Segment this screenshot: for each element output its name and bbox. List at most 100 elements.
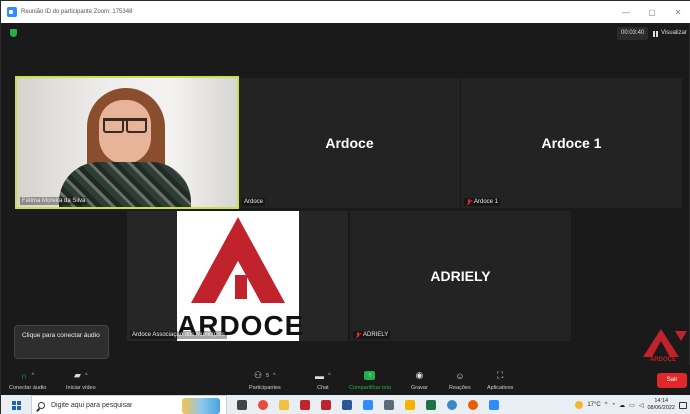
zoom-taskbar-icon[interactable] [363, 400, 373, 410]
participant-name: ADRIELY [363, 332, 389, 338]
weather-temperature[interactable]: 17°C [587, 402, 600, 408]
chevron-up-icon[interactable]: ^ [605, 402, 608, 408]
display-icon[interactable]: ▭ [629, 402, 635, 409]
ardoce-watermark: ARDOCE [637, 327, 689, 367]
participants-icon: ⚇ [254, 370, 263, 380]
video-tile-ardoce-1[interactable]: Ardoce 1 Ardoce 1 [461, 78, 682, 208]
clock-time: 14:14 [654, 398, 669, 404]
windows-logo-icon [11, 400, 21, 410]
system-tray: 17°C ^ ◔ ☁ ▭ ◁ 14:14 08/06/2022 [575, 395, 690, 414]
chevron-up-icon[interactable]: ^ [328, 373, 331, 379]
word-icon[interactable] [342, 400, 352, 410]
chat-label: Chat [317, 385, 329, 391]
chevron-up-icon[interactable]: ^ [85, 373, 88, 379]
participant-name-label: Ardoce 1 [464, 198, 501, 206]
connect-audio-label: Conectar áudio [9, 385, 47, 391]
participant-name-label: ADRIELY [353, 331, 391, 339]
participant-video [17, 78, 237, 207]
taskbar-search-box[interactable]: Digite aqui para pesquisar [31, 395, 227, 414]
record-label: Gravar [411, 385, 428, 391]
clock[interactable]: 14:14 08/06/2022 [647, 398, 675, 412]
meeting-timer: 00:03:40 [617, 27, 649, 40]
grid-icon [653, 30, 659, 37]
video-tile-fatima[interactable]: Fátima Moreira da Silva [15, 76, 239, 209]
zoom-window: Reunião ID do participante Zoom: 175348 … [0, 0, 690, 414]
headphones-icon: ∩ [21, 370, 28, 381]
apps-button[interactable]: ⛶ Aplicativos [487, 369, 513, 391]
excel-icon[interactable] [426, 400, 436, 410]
close-button[interactable]: ✕ [665, 1, 690, 23]
cloud-icon[interactable]: ☁ [619, 402, 625, 409]
start-button[interactable] [1, 395, 31, 414]
search-highlight-image [182, 398, 220, 414]
watermark-text: ARDOCE [649, 357, 676, 363]
apps-label: Aplicativos [487, 385, 514, 391]
window-title: Reunião ID do participante Zoom: 175348 [21, 9, 133, 15]
reactions-label: Reações [449, 385, 471, 391]
participants-label: Participantes [249, 385, 281, 391]
participant-name: Fátima Moreira da Silva [22, 198, 86, 204]
record-button[interactable]: ◉ Gravar [411, 369, 428, 391]
reactions-icon: ☺ [455, 370, 465, 381]
app-icon[interactable] [384, 400, 394, 410]
participant-display-name: ADRIELY [430, 268, 491, 284]
muted-mic-icon [355, 332, 361, 338]
start-video-button[interactable]: ▰ ^ Iniciar vídeo [66, 369, 96, 391]
volume-icon[interactable]: ◁ [639, 402, 644, 409]
video-off-icon: ▰ [73, 370, 81, 380]
muted-mic-icon [466, 199, 472, 205]
view-label: Visualizar [661, 30, 687, 36]
participant-name: Ardoce 1 [474, 199, 499, 205]
participant-name: Ardoce Associação dos Municípios [132, 332, 225, 338]
minimize-button[interactable]: — [613, 1, 639, 23]
ardoce-app-icon[interactable] [300, 400, 310, 410]
participants-button[interactable]: ⚇ 5 ^ Participantes [249, 369, 281, 391]
notifications-icon[interactable] [679, 401, 687, 409]
chrome-icon[interactable] [258, 400, 268, 410]
search-app-icon[interactable] [447, 400, 457, 410]
video-tile-ardoce-associacao[interactable]: ARDOCE Ardoce Associação dos Municípios [127, 211, 348, 341]
file-explorer-icon[interactable] [279, 400, 289, 410]
task-view-icon[interactable] [237, 400, 247, 410]
apps-icon: ⛶ [496, 370, 504, 380]
search-placeholder: Digite aqui para pesquisar [51, 401, 133, 409]
participants-count: 5 [266, 372, 269, 379]
participant-display-name: Ardoce [325, 135, 374, 151]
windows-taskbar: Digite aqui para pesquisar 17°C ^ ◔ ☁ ▭ … [1, 395, 690, 414]
connect-audio-button[interactable]: ∩ ^ Conectar áudio [9, 369, 47, 392]
zoom-app-icon [7, 7, 17, 17]
video-tile-adriely[interactable]: ADRIELY ADRIELY [350, 211, 571, 341]
participant-name-label: Ardoce [242, 198, 266, 206]
share-screen-button[interactable]: ↑ Compartilhar tela [349, 369, 391, 391]
sticky-notes-icon[interactable] [405, 400, 415, 410]
video-tile-ardoce[interactable]: Ardoce Ardoce [239, 78, 460, 208]
record-icon: ◉ [415, 370, 424, 380]
ardoce-app-icon-2[interactable] [321, 400, 331, 410]
view-button[interactable]: Visualizar [653, 27, 687, 40]
security-shield-icon[interactable] [10, 29, 17, 37]
reactions-button[interactable]: ☺ Reações [449, 369, 471, 392]
maximize-button[interactable]: ▢ [639, 1, 665, 23]
zoom-app-taskbar-icon[interactable] [489, 400, 499, 410]
share-screen-label: Compartilhar tela [349, 385, 391, 391]
window-controls: — ▢ ✕ [613, 1, 690, 23]
clock-date: 08/06/2022 [647, 405, 675, 411]
participant-name: Ardoce [244, 199, 264, 205]
chat-button[interactable]: ▬ ^ Chat [315, 369, 331, 392]
title-bar: Reunião ID do participante Zoom: 175348 … [1, 1, 690, 23]
participant-name-label: Ardoce Associação dos Municípios [130, 331, 227, 339]
chevron-up-icon[interactable]: ^ [31, 373, 34, 379]
start-video-label: Iniciar vídeo [66, 385, 96, 391]
leave-button[interactable]: Sair [657, 373, 687, 388]
participant-display-name: Ardoce 1 [541, 135, 602, 151]
meeting-toolbar: ∩ ^ Conectar áudio ▰ ^ Iniciar vídeo ⚇ 5 ^ P… [1, 365, 690, 395]
participant-name-label: Fátima Moreira da Silva [20, 197, 88, 205]
chevron-up-icon[interactable]: ^ [273, 373, 276, 379]
search-icon [38, 401, 45, 409]
network-icon[interactable]: ◔ [612, 402, 616, 408]
ardoce-watermark-icon [643, 329, 687, 357]
weather-sun-icon [575, 401, 584, 409]
ardoce-logo: ARDOCE [177, 211, 303, 341]
firefox-icon[interactable] [468, 400, 478, 410]
share-screen-icon: ↑ [364, 371, 376, 380]
